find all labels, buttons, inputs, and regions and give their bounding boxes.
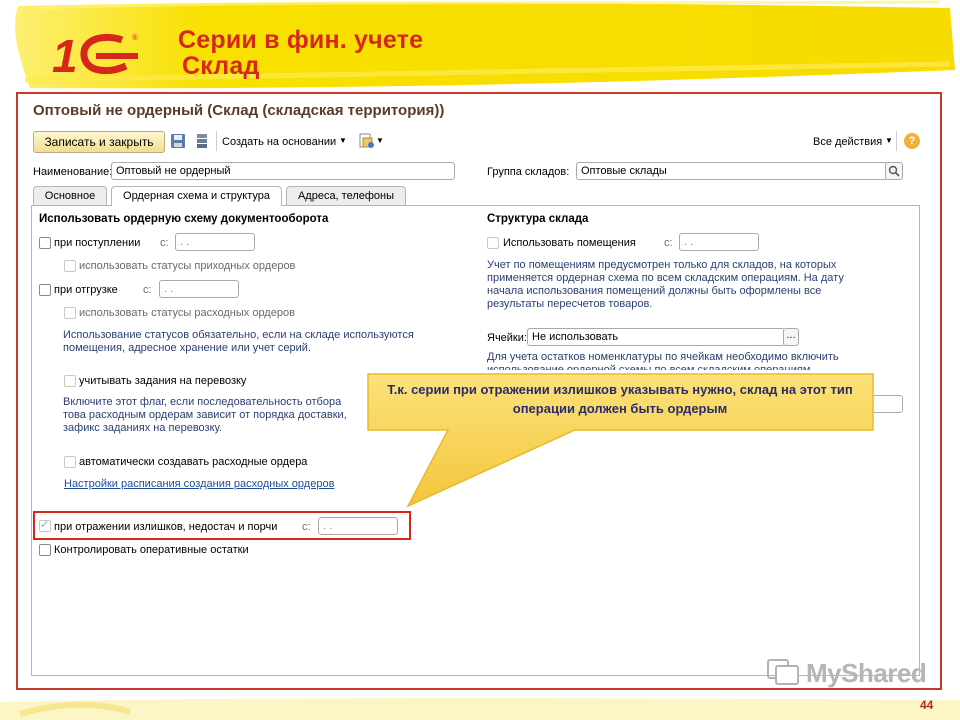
cells-select-button[interactable]: … — [783, 328, 799, 346]
transfer-note: Включите этот флаг, если последовательно… — [63, 396, 347, 434]
toolbar-divider — [216, 131, 217, 151]
receipt-status-checkbox[interactable] — [64, 260, 76, 272]
shipment-checkbox[interactable] — [39, 284, 51, 296]
surplus-date-input[interactable]: . . — [318, 517, 398, 535]
callout-text: Т.к. серии при отражении излишков указыв… — [387, 382, 853, 416]
search-icon — [888, 165, 900, 177]
transfer-tasks-label: учитывать задания на перевозку — [79, 375, 247, 387]
surplus-label: при отражении излишков, недостач и порчи — [54, 521, 278, 533]
name-label: Наименование: — [33, 166, 113, 178]
register-icon[interactable] — [195, 133, 209, 149]
receipt-label: при поступлении — [54, 237, 141, 249]
footer-brush — [0, 698, 960, 720]
transfer-tasks-checkbox[interactable] — [64, 375, 76, 387]
page-number: 44 — [920, 698, 934, 712]
create-based-on-menu[interactable]: Создать на основании — [222, 135, 336, 149]
tab-order-scheme[interactable]: Ордерная схема и структура — [111, 186, 282, 206]
order-scheme-heading: Использовать ордерную схему документообо… — [39, 213, 329, 225]
print-icon[interactable] — [358, 132, 374, 150]
receipt-date-input[interactable]: . . — [175, 233, 255, 251]
receipt-from-label: с: — [160, 237, 169, 249]
group-label: Группа складов: — [487, 166, 570, 178]
rooms-date-input[interactable]: . . — [679, 233, 759, 251]
receipt-status-label: использовать статусы приходных ордеров — [79, 260, 296, 272]
form-title: Оптовый не ордерный (Склад (складская те… — [33, 102, 445, 119]
control-balances-label: Контролировать оперативные остатки — [54, 544, 249, 556]
svg-text:®: ® — [132, 33, 138, 42]
slide-title-line2: Склад — [182, 52, 260, 80]
watermark-text: MyShared — [806, 658, 927, 688]
slide-title-line1: Серии в фин. учете — [178, 26, 424, 54]
use-rooms-label: Использовать помещения — [503, 237, 636, 249]
cells-label: Ячейки: — [487, 332, 527, 344]
svg-text:1: 1 — [52, 30, 78, 78]
help-button[interactable]: ? — [904, 133, 920, 149]
surplus-from-label: с: — [302, 521, 311, 533]
all-actions-menu[interactable]: Все действия — [813, 135, 882, 149]
schedule-settings-link[interactable]: Настройки расписания создания расходных … — [64, 478, 334, 490]
cells-note: Для учета остатков номенклатуры по ячейк… — [487, 351, 839, 370]
rooms-note: Учет по помещениям предусмотрен только д… — [487, 259, 844, 310]
watermark-icon — [767, 659, 799, 685]
chevron-down-icon[interactable]: ▼ — [339, 134, 347, 148]
name-input[interactable]: Оптовый не ордерный — [111, 162, 455, 180]
auto-orders-checkbox[interactable] — [64, 456, 76, 468]
active-tab-joiner — [112, 204, 281, 206]
toolbar-divider-right — [896, 131, 897, 151]
shipment-status-checkbox[interactable] — [64, 307, 76, 319]
1c-logo-icon: 1 ® — [52, 30, 138, 78]
shipment-label: при отгрузке — [54, 284, 118, 296]
tab-addresses[interactable]: Адреса, телефоны — [286, 186, 406, 205]
header-brush — [15, 0, 955, 89]
receipt-checkbox[interactable] — [39, 237, 51, 249]
save-icon[interactable] — [170, 133, 186, 149]
save-and-close-button[interactable]: Записать и закрыть — [33, 131, 165, 153]
statuses-note: Использование статусов обязательно, если… — [63, 329, 414, 354]
tab-main[interactable]: Основное — [33, 186, 107, 205]
rooms-from-label: с: — [664, 237, 673, 249]
print-dropdown-icon[interactable]: ▼ — [376, 134, 384, 148]
cells-input[interactable]: Не использовать — [527, 328, 785, 346]
all-actions-chevron-icon[interactable]: ▼ — [885, 134, 893, 148]
group-search-button[interactable] — [885, 162, 903, 180]
auto-orders-label: автоматически создавать расходные ордера — [79, 456, 308, 468]
shipment-date-input[interactable]: . . — [159, 280, 239, 298]
shipment-status-label: использовать статусы расходных ордеров — [79, 307, 295, 319]
shipment-from-label: с: — [143, 284, 152, 296]
control-balances-checkbox[interactable] — [39, 544, 51, 556]
use-rooms-checkbox[interactable] — [487, 237, 499, 249]
warehouse-structure-heading: Структура склада — [487, 213, 589, 225]
group-input[interactable]: Оптовые склады — [576, 162, 888, 180]
surplus-checkbox[interactable] — [39, 518, 51, 532]
